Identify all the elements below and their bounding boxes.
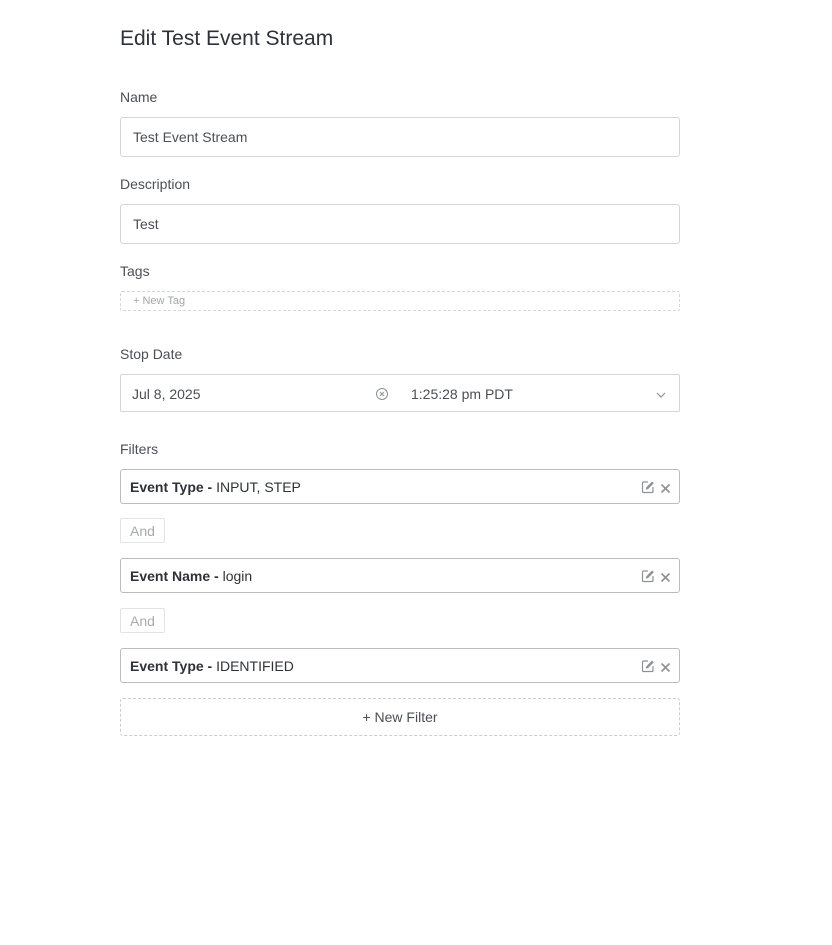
close-icon[interactable]: [660, 481, 671, 494]
pencil-square-icon[interactable]: [641, 569, 655, 583]
filter-item[interactable]: Event Type - INPUT, STEP: [120, 469, 680, 504]
pencil-square-icon[interactable]: [641, 659, 655, 673]
filter-item[interactable]: Event Type - IDENTIFIED: [120, 648, 680, 683]
filter-text: Event Name - login: [130, 568, 252, 584]
and-connector: And: [120, 608, 165, 633]
pencil-square-icon[interactable]: [641, 480, 655, 494]
chevron-down-icon[interactable]: [655, 388, 667, 400]
close-icon[interactable]: [660, 570, 671, 583]
filter-value: login: [222, 568, 253, 584]
page-title: Edit Test Event Stream: [120, 27, 334, 50]
filter-value: INPUT, STEP: [216, 479, 301, 495]
name-input[interactable]: [120, 117, 680, 157]
new-filter-button[interactable]: + New Filter: [120, 698, 680, 736]
close-icon[interactable]: [660, 660, 671, 673]
filter-text: Event Type - IDENTIFIED: [130, 658, 294, 674]
new-tag-button[interactable]: + New Tag: [120, 291, 680, 311]
new-tag-label: + New Tag: [133, 295, 186, 307]
and-connector: And: [120, 518, 165, 543]
new-filter-label: + New Filter: [362, 709, 438, 725]
filters-label: Filters: [120, 441, 159, 457]
filter-key: Event Name -: [130, 568, 219, 584]
stop-date-time-select[interactable]: 1:25:28 pm PDT: [411, 386, 513, 402]
circle-x-icon[interactable]: [375, 387, 389, 401]
stop-date-date-input[interactable]: Jul 8, 2025: [132, 386, 201, 402]
name-label: Name: [120, 89, 158, 105]
filter-key: Event Type -: [130, 658, 213, 674]
filter-text: Event Type - INPUT, STEP: [130, 479, 301, 495]
stop-date-label: Stop Date: [120, 346, 183, 362]
filter-key: Event Type -: [130, 479, 213, 495]
filter-item[interactable]: Event Name - login: [120, 558, 680, 593]
description-input[interactable]: [120, 204, 680, 244]
tags-label: Tags: [120, 263, 150, 279]
stop-date-picker: Jul 8, 2025 1:25:28 pm PDT: [120, 374, 680, 412]
description-label: Description: [120, 176, 191, 192]
filter-value: IDENTIFIED: [216, 658, 294, 674]
